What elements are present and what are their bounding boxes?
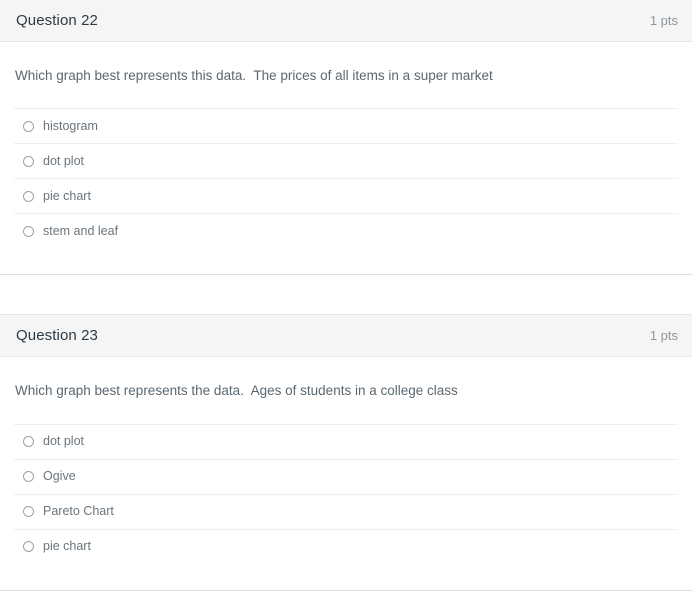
- question-header: Question 22 1 pts: [0, 0, 692, 42]
- answer-option[interactable]: pie chart: [14, 528, 678, 564]
- answer-option-label: histogram: [43, 119, 98, 133]
- question-prompt-text: Which graph best represents this data. T…: [15, 68, 493, 83]
- radio-button-icon[interactable]: [23, 225, 34, 237]
- question-body: Which graph best represents the data. Ag…: [0, 357, 692, 589]
- answer-option-label: pie chart: [43, 189, 91, 203]
- answer-option[interactable]: histogram: [14, 108, 678, 143]
- radio-button-icon[interactable]: [23, 471, 34, 482]
- radio-button-icon[interactable]: [23, 436, 34, 447]
- question-prompt-text: Which graph best represents the data. Ag…: [15, 383, 458, 399]
- radio-button-icon[interactable]: [23, 506, 34, 517]
- radio-button-icon[interactable]: [23, 120, 34, 132]
- answer-option-label: pie chart: [43, 539, 91, 554]
- answer-option[interactable]: Pareto Chart: [14, 493, 678, 529]
- card-spacer: [0, 275, 700, 315]
- radio-button-icon[interactable]: [23, 541, 34, 552]
- question-body: Which graph best represents this data. T…: [0, 42, 692, 274]
- radio-button-icon[interactable]: [23, 190, 34, 202]
- answer-option[interactable]: Ogive: [14, 458, 678, 494]
- answer-option[interactable]: pie chart: [14, 178, 678, 213]
- quiz-questions-list: Question 22 1 pts Which graph best repre…: [0, 0, 700, 591]
- answer-option[interactable]: dot plot: [14, 143, 678, 178]
- answer-options-group: histogram dot plot pie chart stem and le…: [14, 108, 678, 274]
- question-title: Question 22: [16, 12, 98, 29]
- radio-button-icon[interactable]: [23, 155, 34, 167]
- answer-option-label: stem and leaf: [43, 224, 119, 238]
- question-title: Question 23: [16, 327, 98, 345]
- answer-options-group: dot plot Ogive Pareto Chart pie chart: [14, 423, 678, 590]
- question-card: Question 23 1 pts Which graph best repre…: [0, 314, 692, 591]
- question-points-badge: 1 pts: [649, 13, 678, 28]
- answer-option-label: Pareto Chart: [43, 504, 114, 519]
- question-card: Question 22 1 pts Which graph best repre…: [0, 0, 692, 276]
- question-header: Question 23 1 pts: [0, 315, 692, 358]
- answer-option-label: Ogive: [43, 469, 76, 484]
- answer-option-label: dot plot: [43, 154, 85, 168]
- answer-option[interactable]: dot plot: [14, 423, 678, 459]
- answer-option-label: dot plot: [43, 434, 85, 449]
- answer-option[interactable]: stem and leaf: [14, 213, 678, 248]
- question-points-badge: 1 pts: [649, 328, 678, 344]
